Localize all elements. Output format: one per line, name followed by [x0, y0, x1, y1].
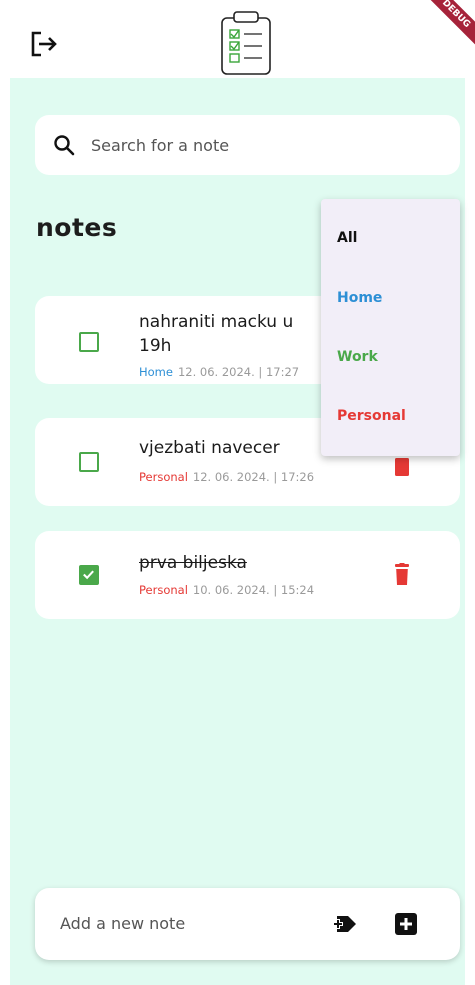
note-category: Personal	[139, 583, 188, 597]
trash-icon[interactable]	[395, 454, 409, 476]
note-date: 10. 06. 2024. | 15:24	[192, 583, 315, 597]
note-meta: Personal 10. 06. 2024. | 15:24	[139, 583, 314, 597]
debug-banner: DEBUG	[425, 0, 475, 50]
note-category: Home	[139, 365, 173, 379]
note-checkbox[interactable]	[79, 452, 99, 472]
note-date: 12. 06. 2024. | 17:26	[192, 470, 315, 484]
app-bar: DEBUG	[0, 0, 475, 78]
note-checkbox-checked[interactable]	[79, 565, 99, 585]
note-title: prva biljeska	[139, 553, 247, 573]
menu-item-work[interactable]: Work	[337, 349, 378, 365]
category-filter-menu: All Home Work Personal	[321, 199, 460, 456]
trash-icon[interactable]	[395, 563, 409, 585]
note-title: nahraniti macku u 19h	[139, 310, 293, 358]
menu-item-home[interactable]: Home	[337, 290, 382, 306]
note-meta: Personal 12. 06. 2024. | 17:26	[139, 470, 314, 484]
note-title: vjezbati navecer	[139, 438, 280, 458]
logout-icon[interactable]	[28, 28, 60, 60]
add-note-input[interactable]: Add a new note	[60, 914, 185, 933]
add-tag-icon[interactable]	[333, 913, 357, 935]
note-title-line: 19h	[139, 336, 172, 356]
add-note-bar: Add a new note	[35, 888, 460, 960]
menu-item-personal[interactable]: Personal	[337, 408, 406, 424]
note-title-line: nahraniti macku u	[139, 312, 294, 332]
debug-banner-label: DEBUG	[425, 0, 475, 50]
note-category: Personal	[139, 470, 188, 484]
page-title: notes	[36, 213, 118, 242]
add-note-icon[interactable]	[395, 913, 417, 935]
note-checkbox[interactable]	[79, 332, 99, 352]
search-placeholder: Search for a note	[91, 135, 230, 155]
checklist-logo-icon	[221, 11, 271, 75]
search-icon	[54, 135, 75, 156]
check-icon	[83, 570, 94, 580]
note-date: 12. 06. 2024. | 17:27	[177, 365, 300, 379]
note-card[interactable]: prva biljeska Personal 10. 06. 2024. | 15…	[35, 531, 460, 619]
search-field[interactable]: Search for a note	[35, 115, 460, 175]
menu-item-all[interactable]: All	[337, 230, 357, 246]
note-meta: Home 12. 06. 2024. | 17:27	[139, 365, 299, 379]
